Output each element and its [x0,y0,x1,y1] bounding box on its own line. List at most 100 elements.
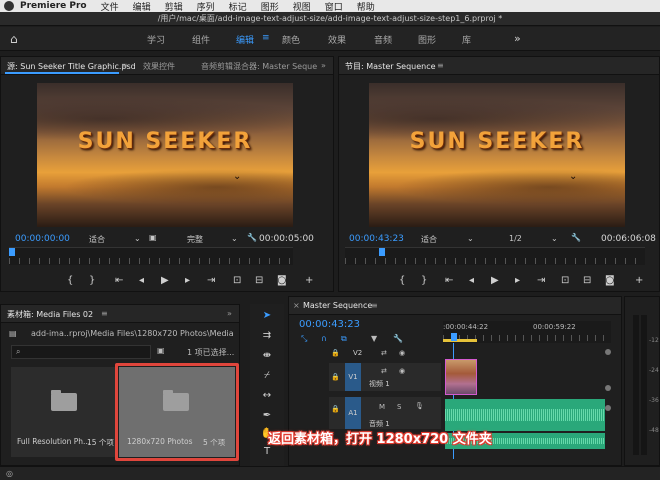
tab-effect-controls[interactable]: 效果控件 [143,61,175,72]
tab-source[interactable]: 源: Sun Seeker Title Graphic.psd [7,61,136,72]
sync-lock-icon[interactable]: ⇄ [381,367,387,375]
menu-view[interactable]: 视图 [293,0,311,13]
timeline-playhead[interactable] [451,333,457,341]
menu-help[interactable]: 帮助 [357,0,375,13]
snap-icon[interactable]: ∩ [321,334,327,343]
add-button-icon[interactable]: + [635,275,643,286]
track-scroll-handle[interactable] [605,349,611,355]
video-clip[interactable] [445,359,477,395]
tab-menu-icon[interactable]: ≡ [371,301,378,310]
close-icon[interactable]: × [293,301,300,310]
lock-icon[interactable]: 🔒 [331,349,340,357]
track-scroll-handle[interactable] [605,385,611,391]
pen-tool-icon[interactable]: ✒ [260,410,274,421]
hamburger-icon[interactable]: ≡ [262,33,270,43]
safe-margins-icon[interactable]: ▣ [149,233,157,242]
sync-lock-icon[interactable]: ⇄ [381,349,387,357]
mark-in-icon[interactable]: { [67,275,73,286]
workspace-learn[interactable]: 学习 [147,33,165,46]
chevron-down-icon[interactable]: ⌄ [231,234,238,243]
source-playhead[interactable] [9,248,15,256]
menu-clip[interactable]: 剪辑 [165,0,183,13]
source-quality-select[interactable]: 完整 [187,234,203,245]
workspace-effects[interactable]: 效果 [328,33,346,46]
menu-sequence[interactable]: 序列 [197,0,215,13]
program-fit-select[interactable]: 适合 [421,234,437,245]
eye-icon[interactable]: ◉ [399,349,405,357]
program-time-ruler[interactable] [345,247,645,265]
workspace-editing[interactable]: 编辑 [236,33,254,46]
program-playhead[interactable] [379,248,385,256]
insert-icon[interactable]: ⊡ [233,275,241,286]
double-chevron-icon[interactable]: » [514,32,521,45]
chevron-down-icon[interactable]: ⌄ [467,234,474,243]
lock-icon[interactable]: 🔒 [331,373,340,381]
step-back-icon[interactable]: ◂ [139,275,144,286]
menu-file[interactable]: 文件 [101,0,119,13]
audio-clip[interactable] [445,399,605,431]
track-scroll-handle[interactable] [605,405,611,411]
home-icon[interactable]: ⌂ [10,32,18,46]
wrench-icon[interactable]: 🔧 [571,233,581,242]
workspace-graphics[interactable]: 图形 [418,33,436,46]
camera-icon[interactable]: ◙ [605,275,615,286]
solo-button[interactable]: S [397,403,401,411]
razor-tool-icon[interactable]: ⌿ [260,370,274,381]
workspace-libraries[interactable]: 库 [462,33,471,46]
eye-icon[interactable]: ◉ [399,367,405,375]
add-button-icon[interactable]: + [305,275,313,286]
panel-more-icon[interactable]: » [227,309,232,318]
source-timecode[interactable]: 00:00:00:00 [15,234,70,244]
mark-in-icon[interactable]: { [399,275,405,286]
tab-audio-clip-mixer[interactable]: 音频剪辑混合器: Master Seque [201,61,317,72]
slip-tool-icon[interactable]: ↔ [260,390,274,401]
microphone-icon[interactable]: 🎙 [415,402,424,410]
linked-selection-icon[interactable]: ⧉ [341,334,347,344]
chevron-down-icon[interactable]: ⌄ [551,234,558,243]
workspace-assembly[interactable]: 组件 [192,33,210,46]
timeline-ruler[interactable]: :00:00:44:22 00:00:59:22 [443,321,611,343]
camera-icon[interactable]: ◙ [277,275,287,286]
tab-menu-icon[interactable]: ≡ [437,61,444,70]
bin-search-input[interactable]: ⌕ [11,345,151,359]
source-fit-select[interactable]: 适合 [89,234,105,245]
nest-icon[interactable]: ⤡ [301,334,307,344]
work-area-bar[interactable] [443,339,477,342]
lift-icon[interactable]: ⊡ [561,275,569,286]
ripple-edit-tool-icon[interactable]: ⇼ [260,350,274,361]
apple-logo-icon[interactable] [4,1,14,11]
mute-button[interactable]: M [379,403,385,411]
extract-icon[interactable]: ⊟ [583,275,591,286]
selection-tool-icon[interactable]: ➤ [260,310,274,321]
mark-out-icon[interactable]: } [89,275,95,286]
mark-out-icon[interactable]: } [421,275,427,286]
program-timecode[interactable]: 00:00:43:23 [349,234,404,244]
overwrite-icon[interactable]: ⊟ [255,275,263,286]
timeline-timecode[interactable]: 00:00:43:23 [299,319,360,330]
program-quality-select[interactable]: 1/2 [509,234,522,243]
lock-icon[interactable]: 🔒 [331,405,340,413]
tab-program[interactable]: 节目: Master Sequence [345,61,436,72]
app-name[interactable]: Premiere Pro [20,1,87,11]
step-forward-icon[interactable]: ▸ [185,275,190,286]
step-back-icon[interactable]: ◂ [469,275,474,286]
new-search-bin-icon[interactable]: ▣ [157,346,165,355]
menu-window[interactable]: 窗口 [325,0,343,13]
source-time-ruler[interactable] [9,247,293,265]
track-id[interactable]: V1 [345,363,361,391]
go-to-in-icon[interactable]: ⇤ [445,275,453,286]
bin-full-resolution[interactable]: Full Resolution Ph... 15 个项 [11,367,115,457]
menu-edit[interactable]: 编辑 [133,0,151,13]
add-marker-icon[interactable]: ▼ [371,334,377,343]
go-to-out-icon[interactable]: ⇥ [537,275,545,286]
menu-markers[interactable]: 标记 [229,0,247,13]
panel-more-icon[interactable]: » [321,61,326,70]
step-forward-icon[interactable]: ▸ [515,275,520,286]
wrench-icon[interactable]: 🔧 [247,233,257,242]
tab-menu-icon[interactable]: ≡ [121,61,128,70]
play-icon[interactable]: ▶ [161,275,169,286]
workspace-audio[interactable]: 音频 [374,33,392,46]
track-select-tool-icon[interactable]: ⇉ [260,330,274,341]
go-to-out-icon[interactable]: ⇥ [207,275,215,286]
track-id[interactable]: A1 [345,397,361,429]
